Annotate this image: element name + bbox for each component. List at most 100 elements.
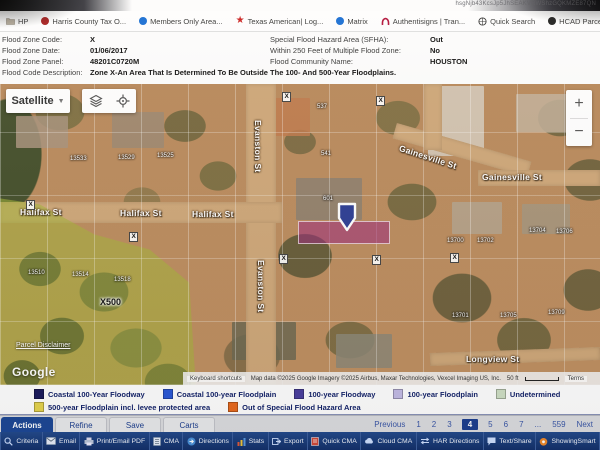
tab-refine[interactable]: Refine [55, 417, 107, 432]
chevron-down-icon: ▼ [58, 98, 65, 105]
toolbar-label: HAR Directions [433, 438, 479, 445]
flood-legend: Coastal 100-Year Floodway Coastal 100-ye… [0, 385, 600, 415]
cma-button[interactable]: CMA [150, 432, 184, 450]
parcel-number: 13510 [28, 270, 45, 276]
satellite-layer-button[interactable]: Satellite ▼ [6, 89, 70, 113]
bookmark-harris-county[interactable]: Harris County Tax O... [41, 17, 126, 26]
crosshair-icon[interactable] [116, 94, 130, 108]
flood-community-value: HOUSTON [430, 57, 467, 66]
flood-zone-x-marker: X [376, 96, 385, 106]
legend-label: 500-year Floodplain incl. levee protecte… [48, 403, 210, 412]
export-button[interactable]: Export [269, 432, 308, 450]
bookmark-label: HP [18, 17, 28, 26]
parcel-number: 13705 [500, 313, 517, 319]
flood-zone-x-marker: X [372, 255, 381, 265]
quick-cma-icon [311, 437, 319, 446]
zoom-out-button[interactable]: − [566, 119, 592, 147]
legend-label: Coastal 100-Year Floodway [48, 390, 145, 399]
members-icon [139, 17, 147, 25]
parcel-number: 541 [321, 151, 331, 157]
text-share-button[interactable]: Text/Share [484, 432, 536, 450]
parcel-number: 13701 [452, 313, 469, 319]
legend-label: 100-year Floodplain [407, 390, 477, 399]
bookmark-label: HCAD Parcel V [559, 17, 600, 26]
legend-swatch [228, 402, 238, 412]
street-label-gainesville: Gainesville St [482, 172, 542, 182]
tab-carts[interactable]: Carts [163, 417, 215, 432]
legend-item: Coastal 100-Year Floodway [34, 389, 145, 399]
quick-cma-button[interactable]: Quick CMA [308, 432, 361, 450]
map-canvas[interactable]: Halifax St Halifax St Halifax St Evansto… [0, 84, 600, 385]
pagination-next[interactable]: Next [576, 420, 594, 429]
toolbar-label: Directions [199, 438, 229, 445]
pagination-page-6[interactable]: 6 [503, 420, 509, 429]
bookmark-hp[interactable]: HP [6, 17, 28, 26]
toolbar-label: Stats [249, 438, 265, 445]
stats-button[interactable]: Stats [233, 432, 268, 450]
map-zoom-control: + − [566, 90, 592, 146]
email-button[interactable]: Email [43, 432, 81, 450]
star-icon: ★ [236, 17, 245, 25]
street-label-evanston: Evanston St [256, 260, 266, 312]
map-attribution: Keyboard shortcuts Map data ©2025 Google… [183, 372, 600, 385]
printer-icon [84, 437, 94, 446]
parcel-disclaimer-link[interactable]: Parcel Disclaimer [16, 342, 70, 349]
bookmark-hcad-parcel[interactable]: HCAD Parcel V [548, 17, 600, 26]
flood-community-label: Flood Community Name: [270, 57, 353, 66]
bookmark-quick-search[interactable]: Quick Search [478, 17, 535, 26]
keyboard-shortcuts-link[interactable]: Keyboard shortcuts [187, 376, 245, 382]
pagination-page-4-current[interactable]: 4 [462, 419, 478, 430]
toolbar-label: Print/Email PDF [97, 438, 145, 445]
email-icon [46, 437, 56, 445]
pagination-page-3[interactable]: 3 [446, 420, 452, 429]
directions-button[interactable]: Directions [183, 432, 233, 450]
flood-zone-x-marker: X [279, 254, 288, 264]
street-label-halifax: Halifax St [120, 208, 162, 218]
pagination-page-5[interactable]: 5 [487, 420, 493, 429]
legend-label: Undetermined [510, 390, 560, 399]
legend-label: Out of Special Flood Hazard Area [242, 403, 361, 412]
flood-info-panel: Flood Zone Code: X Flood Zone Date: 01/0… [0, 32, 600, 84]
pagination-previous[interactable]: Previous [373, 420, 406, 429]
flood-zone-x500-label: X500 [100, 297, 121, 307]
tab-save[interactable]: Save [109, 417, 161, 432]
tab-actions[interactable]: Actions [1, 417, 53, 432]
har-directions-button[interactable]: HAR Directions [417, 432, 484, 450]
sfha-value: Out [430, 35, 443, 44]
scale-label: 50 ft [507, 376, 519, 382]
toolbar-label: Quick CMA [322, 438, 356, 445]
layers-icon[interactable] [89, 94, 103, 108]
pagination-page-559[interactable]: 559 [551, 420, 566, 429]
bookmark-members-only[interactable]: Members Only Area... [139, 17, 223, 26]
flood-zone-x-marker: X [450, 253, 459, 263]
browser-url-bar[interactable]: hsgNjb43KcsJp5JhSEAKVRWShzGQKMZE87QN [0, 0, 600, 11]
bookmark-matrix[interactable]: Matrix [336, 17, 367, 26]
cloud-cma-button[interactable]: Cloud CMA [361, 432, 417, 450]
street-label-halifax: Halifax St [192, 209, 234, 219]
toolbar-label: Text/Share [499, 438, 532, 445]
pagination-page-1[interactable]: 1 [415, 420, 421, 429]
pagination-page-2[interactable]: 2 [431, 420, 437, 429]
zoom-in-button[interactable]: + [566, 90, 592, 118]
globe-icon [478, 17, 487, 26]
legend-item: Undetermined [496, 389, 560, 399]
criteria-button[interactable]: Criteria [0, 432, 43, 450]
legend-swatch [34, 389, 44, 399]
url-text: hsgNjb43KcsJp5JhSEAKVRWShzGQKMZE87QN [456, 1, 596, 7]
print-email-pdf-button[interactable]: Print/Email PDF [80, 432, 149, 450]
legend-item: 500-year Floodplain incl. levee protecte… [34, 402, 210, 412]
terms-link[interactable]: Terms [565, 376, 587, 382]
parcel-number: 13700 [447, 238, 464, 244]
parcel-number: 537 [317, 104, 327, 110]
showingsmart-button[interactable]: ShowingSmart [536, 432, 600, 450]
bookmark-texas-american[interactable]: ★ Texas American| Log... [236, 17, 324, 26]
bottom-toolbar: Criteria Email Print/Email PDF CMA Direc… [0, 432, 600, 450]
bookmark-label: Members Only Area... [150, 17, 223, 26]
parcel-number: 13533 [70, 156, 87, 162]
toolbar-label: CMA [164, 438, 179, 445]
pagination-page-7[interactable]: 7 [518, 420, 524, 429]
parcel-number: 13525 [157, 153, 174, 159]
location-pin-icon[interactable] [336, 202, 358, 232]
bookmark-authentisign[interactable]: Authentisigns | Tran... [381, 17, 465, 26]
flood-zone-date-label: Flood Zone Date: [2, 46, 60, 55]
